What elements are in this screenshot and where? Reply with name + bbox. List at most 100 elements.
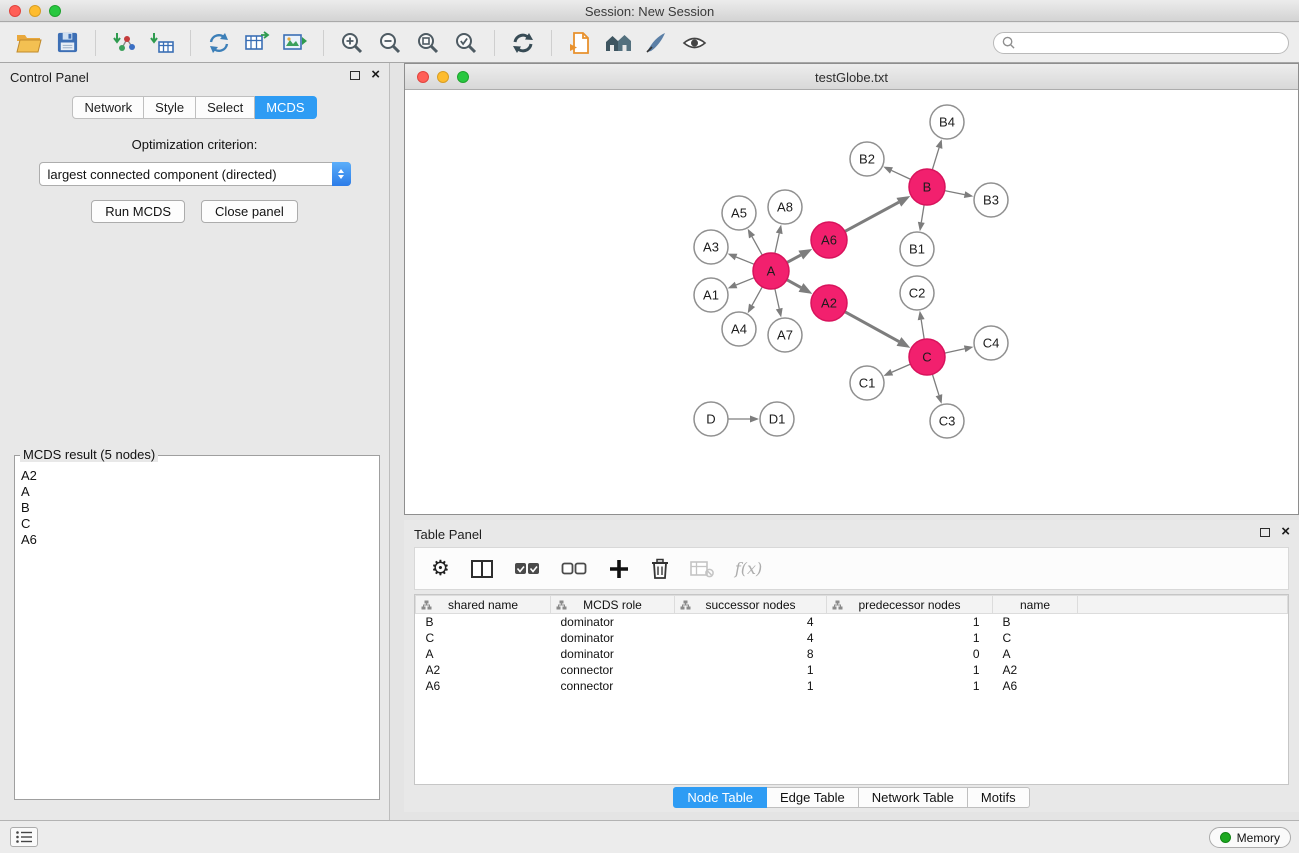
tab-edge-table[interactable]: Edge Table: [767, 787, 859, 808]
deselect-all-icon[interactable]: [561, 562, 587, 576]
optimization-criterion-label: Optimization criterion:: [0, 137, 389, 152]
zoom-selected-icon: [454, 31, 478, 55]
trash-icon[interactable]: [651, 558, 669, 579]
table-toolbar: ⚙: [414, 547, 1289, 590]
function-builder-icon: f(x): [735, 559, 762, 578]
graph-edge-A-A4[interactable]: [752, 287, 762, 306]
edge-arrowhead-icon: [964, 191, 974, 198]
graph-edge-B-B1[interactable]: [921, 205, 924, 223]
graph-edge-C-C2[interactable]: [921, 320, 924, 340]
list-item[interactable]: A: [21, 484, 373, 500]
table-row[interactable]: A6connector 11 A6: [416, 678, 1288, 694]
refresh-button[interactable]: [504, 27, 542, 59]
network-close-button[interactable]: [417, 71, 429, 83]
graph-edge-A-A6[interactable]: [787, 255, 801, 262]
tab-network[interactable]: Network: [72, 96, 144, 119]
table-row[interactable]: Cdominator 41 C: [416, 630, 1288, 646]
open-session-button[interactable]: [10, 27, 48, 59]
export-image-button[interactable]: [276, 27, 314, 59]
status-bar: Memory: [0, 820, 1299, 853]
list-item[interactable]: C: [21, 516, 373, 532]
reload-network-button[interactable]: [200, 27, 238, 59]
float-panel-icon[interactable]: [350, 71, 360, 80]
show-hide-button[interactable]: [675, 27, 713, 59]
select-all-icon[interactable]: [514, 562, 540, 576]
graph-edge-B-B3[interactable]: [945, 191, 965, 195]
toolbar-separator: [323, 30, 324, 56]
graph-node-label: C2: [909, 286, 926, 301]
column-header-predecessor-nodes[interactable]: predecessor nodes: [827, 596, 993, 614]
graph-edge-C-C1[interactable]: [892, 364, 911, 372]
graph-node-label: B4: [939, 115, 955, 130]
tab-mcds[interactable]: MCDS: [255, 96, 316, 119]
list-item[interactable]: B: [21, 500, 373, 516]
network-zoom-button[interactable]: [457, 71, 469, 83]
graph-edge-A2-C[interactable]: [845, 312, 899, 342]
zoom-fit-button[interactable]: [409, 27, 447, 59]
add-row-icon[interactable]: [608, 558, 630, 580]
search-input[interactable]: [1020, 36, 1280, 50]
column-header-shared-name[interactable]: shared name: [416, 596, 551, 614]
graph-edge-C-C4[interactable]: [945, 349, 965, 353]
tab-node-table[interactable]: Node Table: [673, 787, 767, 808]
zoom-out-button[interactable]: [371, 27, 409, 59]
graph-node-label: B3: [983, 193, 999, 208]
table-settings-button[interactable]: ⚙: [431, 559, 450, 579]
graph-edge-A-A8[interactable]: [775, 233, 779, 253]
network-minimize-button[interactable]: [437, 71, 449, 83]
graph-edge-B-B2[interactable]: [891, 170, 910, 179]
export-table-button[interactable]: [238, 27, 276, 59]
toolbar-separator: [190, 30, 191, 56]
graph-edge-A-A7[interactable]: [775, 289, 779, 309]
column-header-name[interactable]: name: [993, 596, 1078, 614]
criterion-dropdown[interactable]: largest connected component (directed): [39, 162, 351, 186]
graph-edge-A-A3[interactable]: [736, 257, 754, 264]
graph-edge-A-A2[interactable]: [787, 280, 801, 288]
zoom-in-button[interactable]: [333, 27, 371, 59]
import-table-button[interactable]: [143, 27, 181, 59]
import-network-button[interactable]: [105, 27, 143, 59]
zoom-selected-button[interactable]: [447, 27, 485, 59]
graph-edge-C-C3[interactable]: [932, 374, 939, 395]
tab-style[interactable]: Style: [144, 96, 196, 119]
toolbar-separator: [95, 30, 96, 56]
table-row[interactable]: A2connector 11 A2: [416, 662, 1288, 678]
document-icon: [568, 31, 592, 55]
graph-edge-A-A1[interactable]: [736, 278, 754, 285]
control-panel-header: Control Panel ×: [0, 63, 389, 89]
columns-icon[interactable]: [471, 560, 493, 578]
neighborhood-button[interactable]: [599, 27, 637, 59]
edge-arrowhead-icon: [883, 167, 893, 174]
graph-edge-A6-B[interactable]: [845, 202, 899, 231]
reload-network-icon: [207, 31, 231, 55]
close-panel-button[interactable]: Close panel: [201, 200, 298, 223]
tab-select[interactable]: Select: [196, 96, 255, 119]
run-mcds-button[interactable]: Run MCDS: [91, 200, 185, 223]
tab-network-table[interactable]: Network Table: [859, 787, 968, 808]
table-row[interactable]: Adominator 80 A: [416, 646, 1288, 662]
memory-button[interactable]: Memory: [1209, 827, 1291, 848]
criterion-dropdown-value: largest connected component (directed): [48, 167, 277, 182]
graph-edge-A-A5[interactable]: [752, 237, 762, 256]
close-panel-icon[interactable]: ×: [1281, 527, 1290, 537]
graph-node-label: A: [767, 264, 776, 279]
float-panel-icon[interactable]: [1260, 528, 1270, 537]
first-neighbors-button[interactable]: [561, 27, 599, 59]
graph-node-label: D1: [769, 412, 786, 427]
tab-motifs[interactable]: Motifs: [968, 787, 1030, 808]
network-canvas[interactable]: AA1A2A3A4A5A6A7A8BB1B2B3B4CC1C2C3C4DD1: [405, 90, 1298, 513]
save-session-button[interactable]: [48, 27, 86, 59]
column-header-successor-nodes[interactable]: successor nodes: [675, 596, 827, 614]
table-row[interactable]: Bdominator 41 B: [416, 614, 1288, 630]
graph-edge-B-B4[interactable]: [932, 148, 939, 170]
annotation-button[interactable]: [637, 27, 675, 59]
list-item[interactable]: A6: [21, 532, 373, 548]
column-header-mcds-role[interactable]: MCDS role: [551, 596, 675, 614]
list-item[interactable]: A2: [21, 468, 373, 484]
export-table-icon: [244, 31, 270, 54]
close-panel-icon[interactable]: ×: [371, 70, 380, 80]
task-history-button[interactable]: [10, 827, 38, 847]
memory-status-icon: [1220, 832, 1231, 843]
app-window: Session: New Session: [0, 0, 1299, 853]
network-graph[interactable]: AA1A2A3A4A5A6A7A8BB1B2B3B4CC1C2C3C4DD1: [405, 90, 1298, 513]
